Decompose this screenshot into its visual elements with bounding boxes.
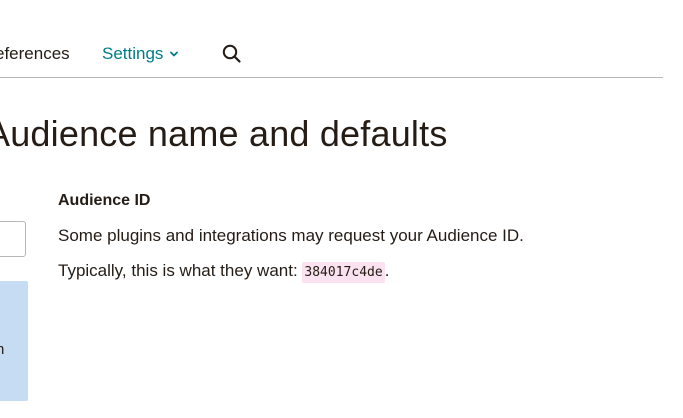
nav-preferences-label: Preferences xyxy=(0,44,70,63)
page-title: Audience name and defaults xyxy=(0,113,448,154)
search-button[interactable] xyxy=(221,43,243,65)
audience-id-typical-suffix: . xyxy=(384,261,390,280)
audience-id-value: 384017c4de xyxy=(302,262,385,283)
nav-settings-label: Settings xyxy=(102,44,164,63)
audience-id-label: Audience ID xyxy=(58,192,151,209)
info-panel-text: n xyxy=(0,341,5,358)
audience-name-input[interactable] xyxy=(0,221,26,257)
audience-id-description: Some plugins and integrations may reques… xyxy=(58,226,524,245)
nav-preferences-link[interactable]: Preferences xyxy=(0,43,70,65)
audience-id-typical-line: Typically, this is what they want: 38401… xyxy=(58,261,390,283)
page: Preferences Settings Audience name and d… xyxy=(0,0,683,418)
search-icon xyxy=(222,44,241,63)
audience-id-typical-prefix: Typically, this is what they want: xyxy=(58,261,303,280)
top-navigation: Preferences Settings xyxy=(0,0,683,78)
nav-divider xyxy=(0,77,663,78)
nav-settings-menu[interactable]: Settings xyxy=(102,43,179,65)
chevron-down-icon xyxy=(170,51,179,57)
